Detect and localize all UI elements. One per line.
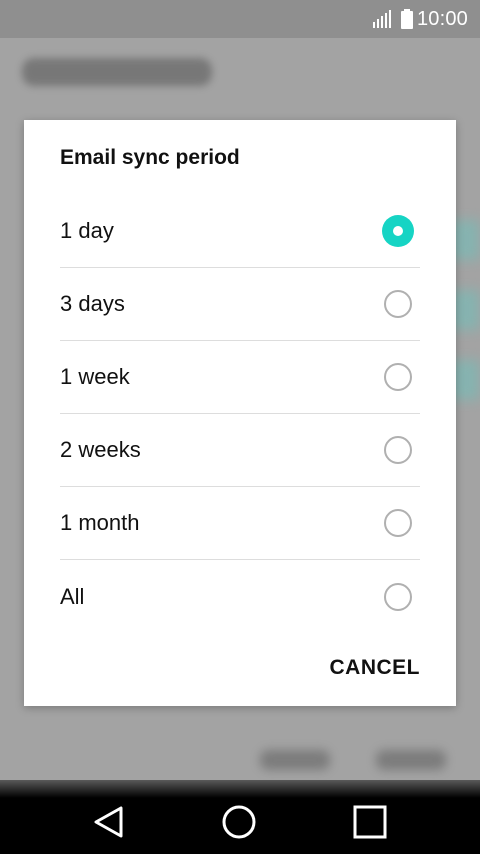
radio-unchecked-icon[interactable] [384,363,412,391]
option-all[interactable]: All [60,560,420,633]
recents-button[interactable] [350,802,390,842]
status-bar: 10:00 [0,0,480,38]
radio-checked-icon[interactable] [382,215,414,247]
home-button[interactable] [219,802,259,842]
signal-icon [372,10,391,28]
option-label: All [60,583,85,609]
background-button [376,750,446,770]
background-button [260,750,330,770]
home-circle-icon [222,805,256,839]
option-1-month[interactable]: 1 month [60,487,420,560]
recents-square-icon [353,805,387,839]
navigation-bar [0,780,480,854]
status-time: 10:00 [416,7,468,30]
option-label: 1 day [60,218,114,243]
option-label: 1 month [60,510,140,535]
cancel-button[interactable]: CANCEL [330,656,421,680]
radio-unchecked-icon[interactable] [384,290,412,318]
option-list: 1 day 3 days 1 week 2 weeks 1 month All [60,195,420,633]
radio-unchecked-icon[interactable] [384,582,412,611]
radio-unchecked-icon[interactable] [384,509,412,537]
option-1-week[interactable]: 1 week [60,341,420,414]
option-2-weeks[interactable]: 2 weeks [60,414,420,487]
option-label: 1 week [60,364,130,389]
option-1-day[interactable]: 1 day [60,195,420,268]
background-title [22,58,212,86]
option-label: 2 weeks [60,437,141,462]
option-3-days[interactable]: 3 days [60,268,420,341]
back-triangle-icon [94,806,123,838]
radio-unchecked-icon[interactable] [384,436,412,464]
battery-icon [400,9,413,29]
back-button[interactable] [88,802,128,842]
dialog-title: Email sync period [60,146,240,169]
sync-period-dialog: Email sync period 1 day 3 days 1 week 2 … [24,120,456,706]
option-label: 3 days [60,291,125,316]
